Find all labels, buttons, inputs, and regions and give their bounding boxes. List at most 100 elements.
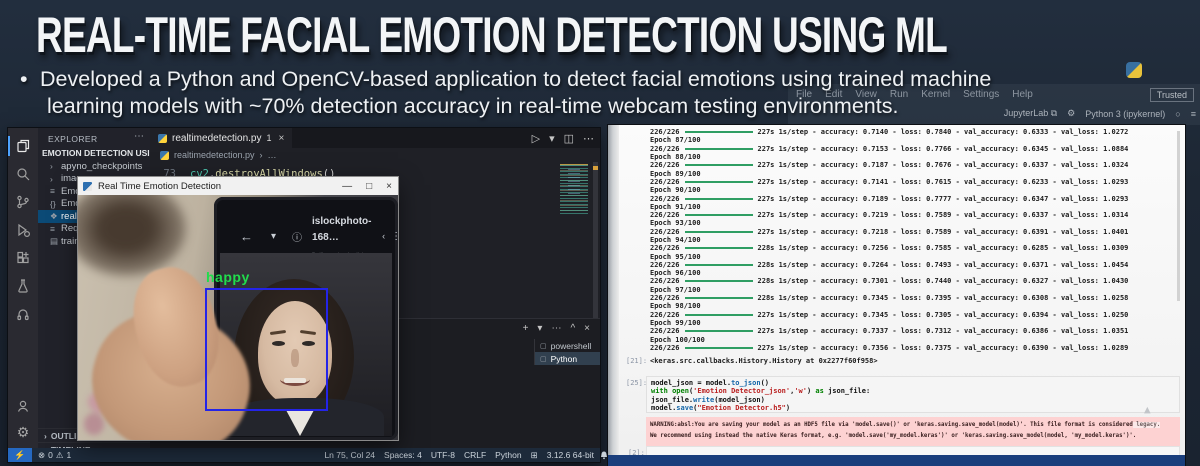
editor-action-icon[interactable]: ▾ [549,132,555,145]
log-line: 226/226 227s 1s/step - accuracy: 0.7189 -… [650,194,1129,203]
status-item[interactable]: UTF-8 [431,450,455,460]
tab-close-icon[interactable]: × [279,133,285,144]
slide-bullet: • Developed a Python and OpenCV-based ap… [20,66,991,120]
status-item[interactable]: CRLF [464,450,486,460]
errors-icon: ⊗ [38,449,46,460]
explorer-root-folder[interactable]: EMOTION DETECTION USING MACHINE LE... [42,148,150,158]
file-type-icon: ≡ [50,223,55,234]
status-item[interactable]: Spaces: 4 [384,450,422,460]
progress-bar [684,131,753,134]
status-item[interactable]: 3.12.6 64-bit [547,450,594,460]
panel-action-icon[interactable]: ⋯ [551,323,561,334]
breadcrumb[interactable]: realtimedetection.py › … [150,148,600,162]
window-control-icon[interactable]: □ [366,181,372,192]
file-label: apyno_checkpoints [61,160,143,172]
editor-action-icon[interactable]: ▷ [532,132,540,145]
out-prompt-21: [21]: [626,357,648,365]
file-type-icon: › [50,161,53,172]
history-output: <keras.src.callbacks.History.History at … [650,357,878,365]
face-detection-box [205,288,328,411]
status-item[interactable]: Python [495,450,521,460]
log-line: Epoch 99/100 [650,318,701,327]
code-cell-25[interactable]: model_json = model.to_json() with open('E… [646,376,1180,413]
activity-bar: ⚙ [8,128,38,448]
emotion-detection-window[interactable]: Real Time Emotion Detection — □ × ← ▾ ⓘ is… [78,177,398,440]
terminal-label: Python [550,353,578,364]
editor-action-icon[interactable]: ⋯ [583,132,594,145]
back-arrow-icon: ← [240,228,253,244]
settings-gear-icon[interactable]: ⚙ [8,420,38,444]
jupyterlab-link[interactable]: JupyterLab ⧉ [1004,108,1057,119]
panel-action-icon[interactable]: + [523,323,529,334]
explorer-icon[interactable] [8,134,38,158]
log-line: Epoch 95/100 [650,252,701,261]
panel-action-icon[interactable]: ^ [570,323,575,334]
jupyter-notebook: 226/226 227s 1s/step - accuracy: 0.7140 -… [608,125,1185,466]
log-line: 226/226 227s 1s/step - accuracy: 0.7153 -… [650,144,1129,153]
gear-icon[interactable]: ⚙ [1067,108,1075,119]
editor-action-icon[interactable]: ◫ [564,132,574,145]
log-line: Epoch 98/100 [650,302,701,311]
testing-icon[interactable] [8,274,38,298]
progress-bar [684,247,753,250]
breadcrumb-file: realtimedetection.py [174,150,255,160]
window-control-icon[interactable]: — [342,181,352,192]
progress-bar [684,313,753,316]
status-item[interactable]: ⊞ [531,450,538,461]
kernel-name[interactable]: Python 3 (ipykernel) [1085,109,1165,119]
log-line: Epoch 90/100 [650,186,701,195]
references-icon[interactable] [8,302,38,326]
source-control-icon[interactable] [8,190,38,214]
extensions-icon[interactable] [8,246,38,270]
log-line: 226/226 228s 1s/step - accuracy: 0.7301 -… [650,277,1129,286]
progress-bar [684,230,753,233]
window-title: Real Time Emotion Detection [98,180,222,192]
hamburger-icon[interactable]: ≡ [1191,109,1196,119]
window-titlebar[interactable]: Real Time Emotion Detection — □ × [78,177,398,195]
run-debug-icon[interactable] [8,218,38,242]
log-line: Epoch 93/100 [650,219,701,228]
file-type-icon: ▤ [50,235,59,246]
account-icon[interactable] [8,394,38,418]
status-bar: ⚡ ⊗ 0 ⚠ 1 Ln 75, Col 24 Spaces: 4 UTF-8 CRLF P… [8,448,607,462]
scroll-up-arrow-icon[interactable]: ▲ [1144,403,1151,416]
problems-indicator[interactable]: ⊗ 0 ⚠ 1 [38,450,71,461]
bullet-glyph: • [20,67,28,91]
remote-indicator[interactable]: ⚡ [8,448,32,462]
search-icon[interactable] [8,162,38,186]
panel-action-icon[interactable]: × [584,323,590,334]
bell-icon[interactable] [600,451,608,460]
explorer-header: EXPLORER [48,134,98,144]
log-line: Epoch 91/100 [650,202,701,211]
bullet-line-1: Developed a Python and OpenCV-based appl… [40,67,992,91]
presentation-slide: File Edit View Run Kernel Settings Help Truste… [0,0,1200,466]
panel-actions: + ▾ ⋯ ^ × [523,323,590,334]
log-line: Epoch 87/100 [650,136,701,145]
code-row: model.save("Emotion Detector.h5") [651,403,791,412]
status-item[interactable]: Ln 75, Col 24 [324,450,375,460]
terminal-list: ▢ powershell ▢ Python [534,339,600,365]
terminal-label: powershell [550,340,592,351]
log-line: Epoch 97/100 [650,285,701,294]
panel-action-icon[interactable]: ▾ [537,323,542,334]
log-line: 226/226 227s 1s/step - accuracy: 0.7218 -… [650,227,1129,236]
explorer-more-icon[interactable]: ⋯ [134,131,144,142]
breadcrumb-separator: › [259,150,263,160]
log-line: 226/226 228s 1s/step - accuracy: 0.7345 -… [650,294,1129,303]
editor-scrollbar[interactable] [593,162,598,318]
terminal-tab[interactable]: ▢ powershell [535,339,600,352]
explorer-file-item[interactable]: › apyno_checkpoints [38,160,150,173]
file-type-icon: ≡ [50,186,55,197]
progress-bar [684,197,753,200]
terminal-tab[interactable]: ▢ Python [535,352,600,365]
window-control-icon[interactable]: × [386,181,392,192]
progress-bar [684,280,753,283]
legacy-highlight: legacy. [1132,422,1161,428]
kebab-menu-icon: ⋮ [391,230,398,242]
file-type-icon: › [50,173,53,184]
jupyter-menu-item[interactable]: Help [1012,89,1033,100]
notebook-scrollbar[interactable] [1177,131,1180,301]
minimap[interactable] [560,164,588,214]
tab-realtimedetection[interactable]: realtimedetection.py 1 × [150,128,293,148]
log-line: 226/226 227s 1s/step - accuracy: 0.7356 -… [650,343,1129,352]
